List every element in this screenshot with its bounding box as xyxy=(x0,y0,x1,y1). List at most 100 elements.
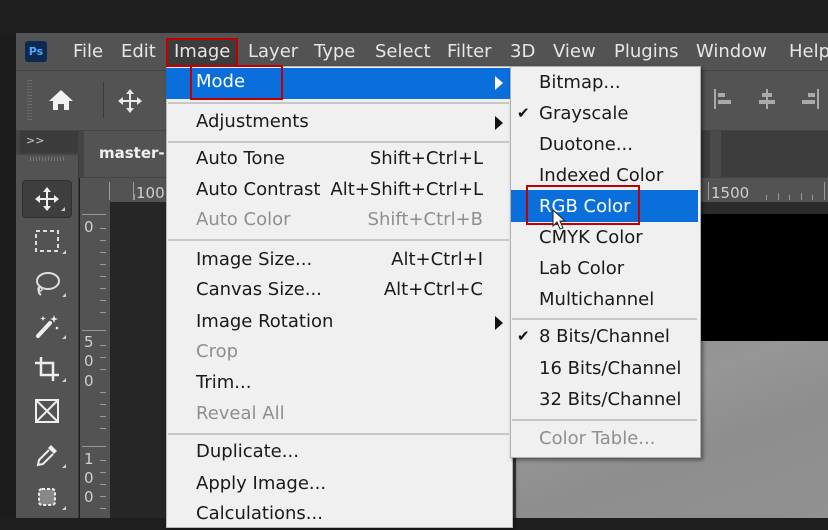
ruler-tick xyxy=(100,357,106,358)
ruler-tick xyxy=(100,404,106,405)
title-area xyxy=(0,0,828,33)
menu-item-shortcut: Shift+Ctrl+L xyxy=(369,148,483,169)
menu-item-apply-image[interactable]: Apply Image... xyxy=(166,470,511,500)
ruler-tick xyxy=(109,182,110,200)
menu-layer[interactable]: Layer xyxy=(248,41,298,63)
menu-type[interactable]: Type xyxy=(314,41,355,63)
eyedropper-tool[interactable] xyxy=(22,436,72,474)
submenu-arrow-icon xyxy=(495,116,503,130)
move-tool[interactable] xyxy=(22,180,72,218)
ruler-label-digit: 0 xyxy=(84,372,94,390)
mode-item-rgb-color[interactable]: RGB Color xyxy=(511,190,698,222)
align-right-icon[interactable] xyxy=(798,88,820,114)
mode-item-multichannel[interactable]: Multichannel xyxy=(511,285,698,315)
menu-item-mode[interactable]: Mode xyxy=(166,68,511,99)
mode-item-16-bits[interactable]: 16 Bits/Channel xyxy=(511,354,698,384)
tool-flyout-indicator xyxy=(62,293,66,297)
mode-item-32-bits[interactable]: 32 Bits/Channel xyxy=(511,385,698,415)
ruler-tick xyxy=(100,264,106,265)
tool-flyout-indicator xyxy=(61,207,65,211)
menu-image[interactable]: Image xyxy=(167,39,238,65)
menu-item-label: Adjustments xyxy=(196,111,309,132)
submenu-arrow-icon xyxy=(495,76,503,90)
home-icon[interactable] xyxy=(47,88,75,116)
ruler-tick xyxy=(82,446,106,447)
tool-flyout-indicator xyxy=(62,506,66,510)
mode-item-bitmap[interactable]: Bitmap... xyxy=(511,68,698,98)
canvas-image-top[interactable] xyxy=(700,214,828,341)
move-icon[interactable] xyxy=(117,88,143,118)
menu-item-label: Image Size... xyxy=(196,249,313,270)
menu-item-reveal-all: Reveal All xyxy=(166,400,511,430)
collapse-panels-button[interactable]: >> xyxy=(20,131,78,153)
crop-tool[interactable] xyxy=(22,350,72,388)
lasso-tool[interactable] xyxy=(22,265,72,303)
menu-item-trim[interactable]: Trim... xyxy=(166,369,511,399)
menu-item-label: Canvas Size... xyxy=(196,279,322,300)
ruler-label-digit: 0 xyxy=(84,488,94,506)
frame-tool[interactable] xyxy=(22,392,72,430)
menu-item-label: Mode xyxy=(196,71,246,92)
mode-item-cmyk-color[interactable]: CMYK Color xyxy=(511,223,698,253)
mode-item-lab-color[interactable]: Lab Color xyxy=(511,254,698,284)
ruler-tick xyxy=(82,330,106,331)
menu-item-label: Crop xyxy=(196,341,239,362)
toolbox-grip[interactable] xyxy=(30,157,64,161)
ruler-tick xyxy=(100,345,106,346)
ruler-tick xyxy=(100,416,106,417)
menu-help[interactable]: Help xyxy=(789,41,828,63)
checkmark-icon: ✔ xyxy=(517,104,530,122)
mode-item-grayscale[interactable]: ✔ Grayscale xyxy=(511,99,698,129)
ruler-tick xyxy=(789,195,790,200)
photoshop-logo-icon[interactable]: Ps xyxy=(25,41,47,62)
submenu-arrow-icon xyxy=(495,316,503,330)
ruler-tick xyxy=(134,194,135,200)
menu-item-auto-tone[interactable]: Auto Tone Shift+Ctrl+L xyxy=(166,145,511,175)
menu-select[interactable]: Select xyxy=(375,41,431,63)
ruler-tick xyxy=(100,460,106,461)
menu-item-label: 32 Bits/Channel xyxy=(539,389,682,410)
align-left-icon[interactable] xyxy=(713,88,735,114)
menu-item-shortcut: Shift+Ctrl+B xyxy=(367,209,483,230)
menu-view[interactable]: View xyxy=(553,41,596,63)
magic-wand-tool[interactable] xyxy=(22,307,72,345)
ruler-tick xyxy=(801,193,802,200)
ruler-tick xyxy=(708,182,709,200)
mode-item-8-bits[interactable]: ✔ 8 Bits/Channel xyxy=(511,322,698,352)
ruler-label-digit: 1 xyxy=(84,450,94,468)
tool-flyout-indicator xyxy=(62,378,66,382)
options-bar-grip[interactable] xyxy=(27,80,32,120)
lasso-icon xyxy=(36,272,60,296)
menu-3d[interactable]: 3D xyxy=(510,41,535,63)
menu-item-auto-contrast[interactable]: Auto Contrast Alt+Shift+Ctrl+L xyxy=(166,176,511,206)
rectangular-marquee-tool[interactable] xyxy=(22,222,72,260)
menu-item-label: Multichannel xyxy=(539,289,655,310)
menu-plugins[interactable]: Plugins xyxy=(614,41,678,63)
mode-item-indexed-color[interactable]: Indexed Color xyxy=(511,161,698,191)
menu-separator xyxy=(168,102,509,104)
document-tab-inactive[interactable] xyxy=(700,131,828,177)
menu-item-duplicate[interactable]: Duplicate... xyxy=(166,438,511,468)
menu-window[interactable]: Window xyxy=(696,41,767,63)
window-edge xyxy=(0,33,16,518)
menu-item-calculations[interactable]: Calculations... xyxy=(166,500,511,530)
menu-item-label: Auto Tone xyxy=(196,148,285,169)
menu-separator xyxy=(512,318,697,320)
object-selection-icon xyxy=(38,488,56,506)
ruler-tick xyxy=(766,195,767,200)
menu-item-image-size[interactable]: Image Size... Alt+Ctrl+I xyxy=(166,246,511,276)
mode-item-duotone[interactable]: Duotone... xyxy=(511,130,698,160)
menu-edit[interactable]: Edit xyxy=(121,41,156,63)
menu-item-label: Auto Color xyxy=(196,209,291,230)
align-center-icon[interactable] xyxy=(756,88,778,114)
menu-file[interactable]: File xyxy=(73,41,103,63)
document-tab[interactable]: master- xyxy=(84,131,166,177)
object-selection-tool[interactable] xyxy=(22,478,72,516)
menu-item-adjustments[interactable]: Adjustments xyxy=(166,108,511,138)
move-tool-icon xyxy=(35,187,59,211)
ruler-shadow xyxy=(700,202,828,214)
ruler-tick xyxy=(100,312,106,313)
menu-item-image-rotation[interactable]: Image Rotation xyxy=(166,308,511,338)
menu-item-canvas-size[interactable]: Canvas Size... Alt+Ctrl+C xyxy=(166,276,511,306)
menu-filter[interactable]: Filter xyxy=(447,41,492,63)
